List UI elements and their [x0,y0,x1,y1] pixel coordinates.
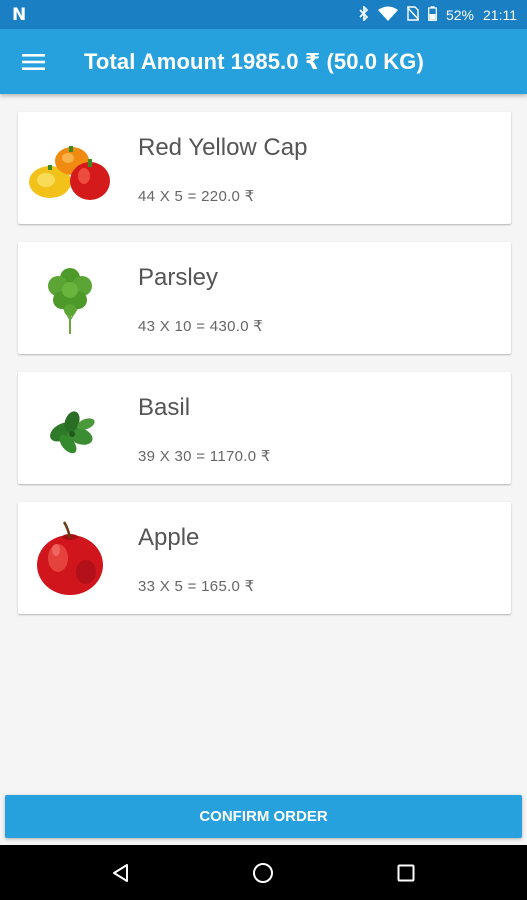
item-price-calculation: 44 X 5 = 220.0 ₹ [138,188,255,205]
n-notification-icon: N [12,4,27,25]
battery-icon [428,5,437,24]
page-title: Total Amount 1985.0 ₹ (50.0 KG) [84,48,424,74]
confirm-order-button[interactable]: CONFIRM ORDER [5,795,522,838]
system-nav-bar [0,845,527,900]
parsley-image [26,260,114,336]
cart-item-card[interactable]: Parsley 43 X 10 = 430.0 ₹ [18,242,511,354]
cart-item-card[interactable]: Apple 33 X 5 = 165.0 ₹ [18,502,511,614]
item-name: Basil [138,394,191,421]
bluetooth-icon [359,4,369,24]
bell-peppers-image [26,130,114,206]
home-icon[interactable] [243,853,283,893]
item-price-calculation: 33 X 5 = 165.0 ₹ [138,578,255,595]
clock: 21:11 [483,6,517,23]
recents-icon[interactable] [386,853,426,893]
status-bar: N 52% 21:11 [0,0,527,29]
item-name: Red Yellow Cap [138,134,308,161]
cart-item-list: Red Yellow Cap 44 X 5 = 220.0 ₹ Parsley … [18,112,511,632]
item-name: Apple [138,524,200,551]
item-price-calculation: 43 X 10 = 430.0 ₹ [138,318,264,335]
item-price-calculation: 39 X 30 = 1170.0 ₹ [138,448,271,465]
battery-percent: 52% [445,6,474,23]
back-icon[interactable] [101,853,141,893]
app-bar: Total Amount 1985.0 ₹ (50.0 KG) [0,29,527,94]
item-name: Parsley [138,264,219,291]
hamburger-menu-icon[interactable] [0,29,84,94]
wifi-icon [377,6,398,24]
no-sim-icon [406,5,420,24]
apple-image [26,520,114,596]
cart-item-card[interactable]: Red Yellow Cap 44 X 5 = 220.0 ₹ [18,112,511,224]
cart-item-card[interactable]: Basil 39 X 30 = 1170.0 ₹ [18,372,511,484]
basil-image [26,390,114,466]
